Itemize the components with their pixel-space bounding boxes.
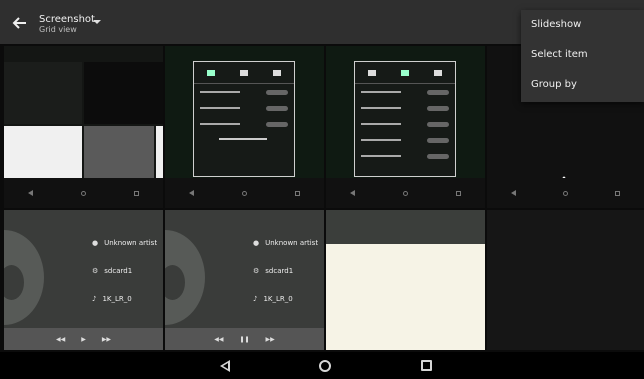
sd-card-icon: ⚙ [92, 267, 99, 275]
menu-item-slideshow[interactable]: Slideshow [521, 10, 644, 40]
menu-item-group-by[interactable]: Group by [521, 70, 644, 100]
track-info: ● Unknown artist ⚙ sdcard1 ♪ 1K_LR_0 [253, 238, 318, 322]
storage-label: sdcard1 [265, 267, 294, 275]
arrow-left-icon[interactable] [10, 13, 30, 33]
album-title-dropdown[interactable]: Screenshot Grid view [39, 14, 95, 35]
thumbnail-screenshot-1[interactable] [4, 46, 163, 208]
music-note-icon: ♪ [92, 295, 97, 303]
camera-settings-preview [354, 61, 456, 177]
thumbnail-music-player-1[interactable]: ● Unknown artist ⚙ sdcard1 ♪ 1K_LR_0 ◀◀ ▶ ▶▶ [4, 210, 163, 350]
camera-settings-preview [193, 61, 295, 177]
thumbnail-screenshot-dark[interactable] [487, 210, 644, 350]
music-note-icon: ♪ [253, 295, 258, 303]
thumbnail-nav-bar [4, 178, 163, 208]
thumbnail-content [326, 210, 485, 244]
menu-item-select-item[interactable]: Select item [521, 40, 644, 70]
thumbnail-content [4, 62, 82, 124]
thumbnail-music-player-2[interactable]: ● Unknown artist ⚙ sdcard1 ♪ 1K_LR_0 ◀◀ ❚❚ ▶▶ [165, 210, 324, 350]
thumbnail-screenshot-2[interactable] [165, 46, 324, 208]
artist-label: Unknown artist [265, 239, 319, 247]
caret-down-icon[interactable] [93, 20, 101, 24]
track-label: 1K_LR_0 [102, 295, 132, 303]
overflow-menu: Slideshow Select item Group by [521, 10, 644, 102]
sd-card-icon: ⚙ [253, 267, 260, 275]
track-label: 1K_LR_0 [263, 295, 293, 303]
thumbnail-content [156, 126, 163, 181]
thumbnail-screenshot-3[interactable] [326, 46, 485, 208]
storage-label: sdcard1 [104, 267, 133, 275]
player-controls: ◀◀ ▶ ▶▶ [4, 328, 163, 350]
thumbnail-content [84, 62, 163, 124]
thumbnail-nav-bar [165, 178, 324, 208]
view-mode-subtitle: Grid view [39, 25, 77, 34]
player-controls: ◀◀ ❚❚ ▶▶ [165, 328, 324, 350]
thumbnail-screenshot-webpage[interactable] [326, 210, 485, 350]
nav-back-icon[interactable] [220, 360, 230, 372]
person-icon: ● [92, 239, 99, 247]
album-title: Screenshot [39, 14, 95, 25]
nav-home-icon[interactable] [319, 360, 331, 372]
track-info: ● Unknown artist ⚙ sdcard1 ♪ 1K_LR_0 [92, 238, 157, 322]
thumbnail-nav-bar [326, 178, 485, 208]
thumbnail-nav-bar [487, 178, 644, 208]
system-navigation-bar [0, 352, 644, 379]
thumbnail-content [4, 126, 82, 181]
artist-label: Unknown artist [104, 239, 158, 247]
nav-recents-icon[interactable] [421, 360, 432, 371]
thumbnail-content [84, 126, 154, 181]
person-icon: ● [253, 239, 260, 247]
